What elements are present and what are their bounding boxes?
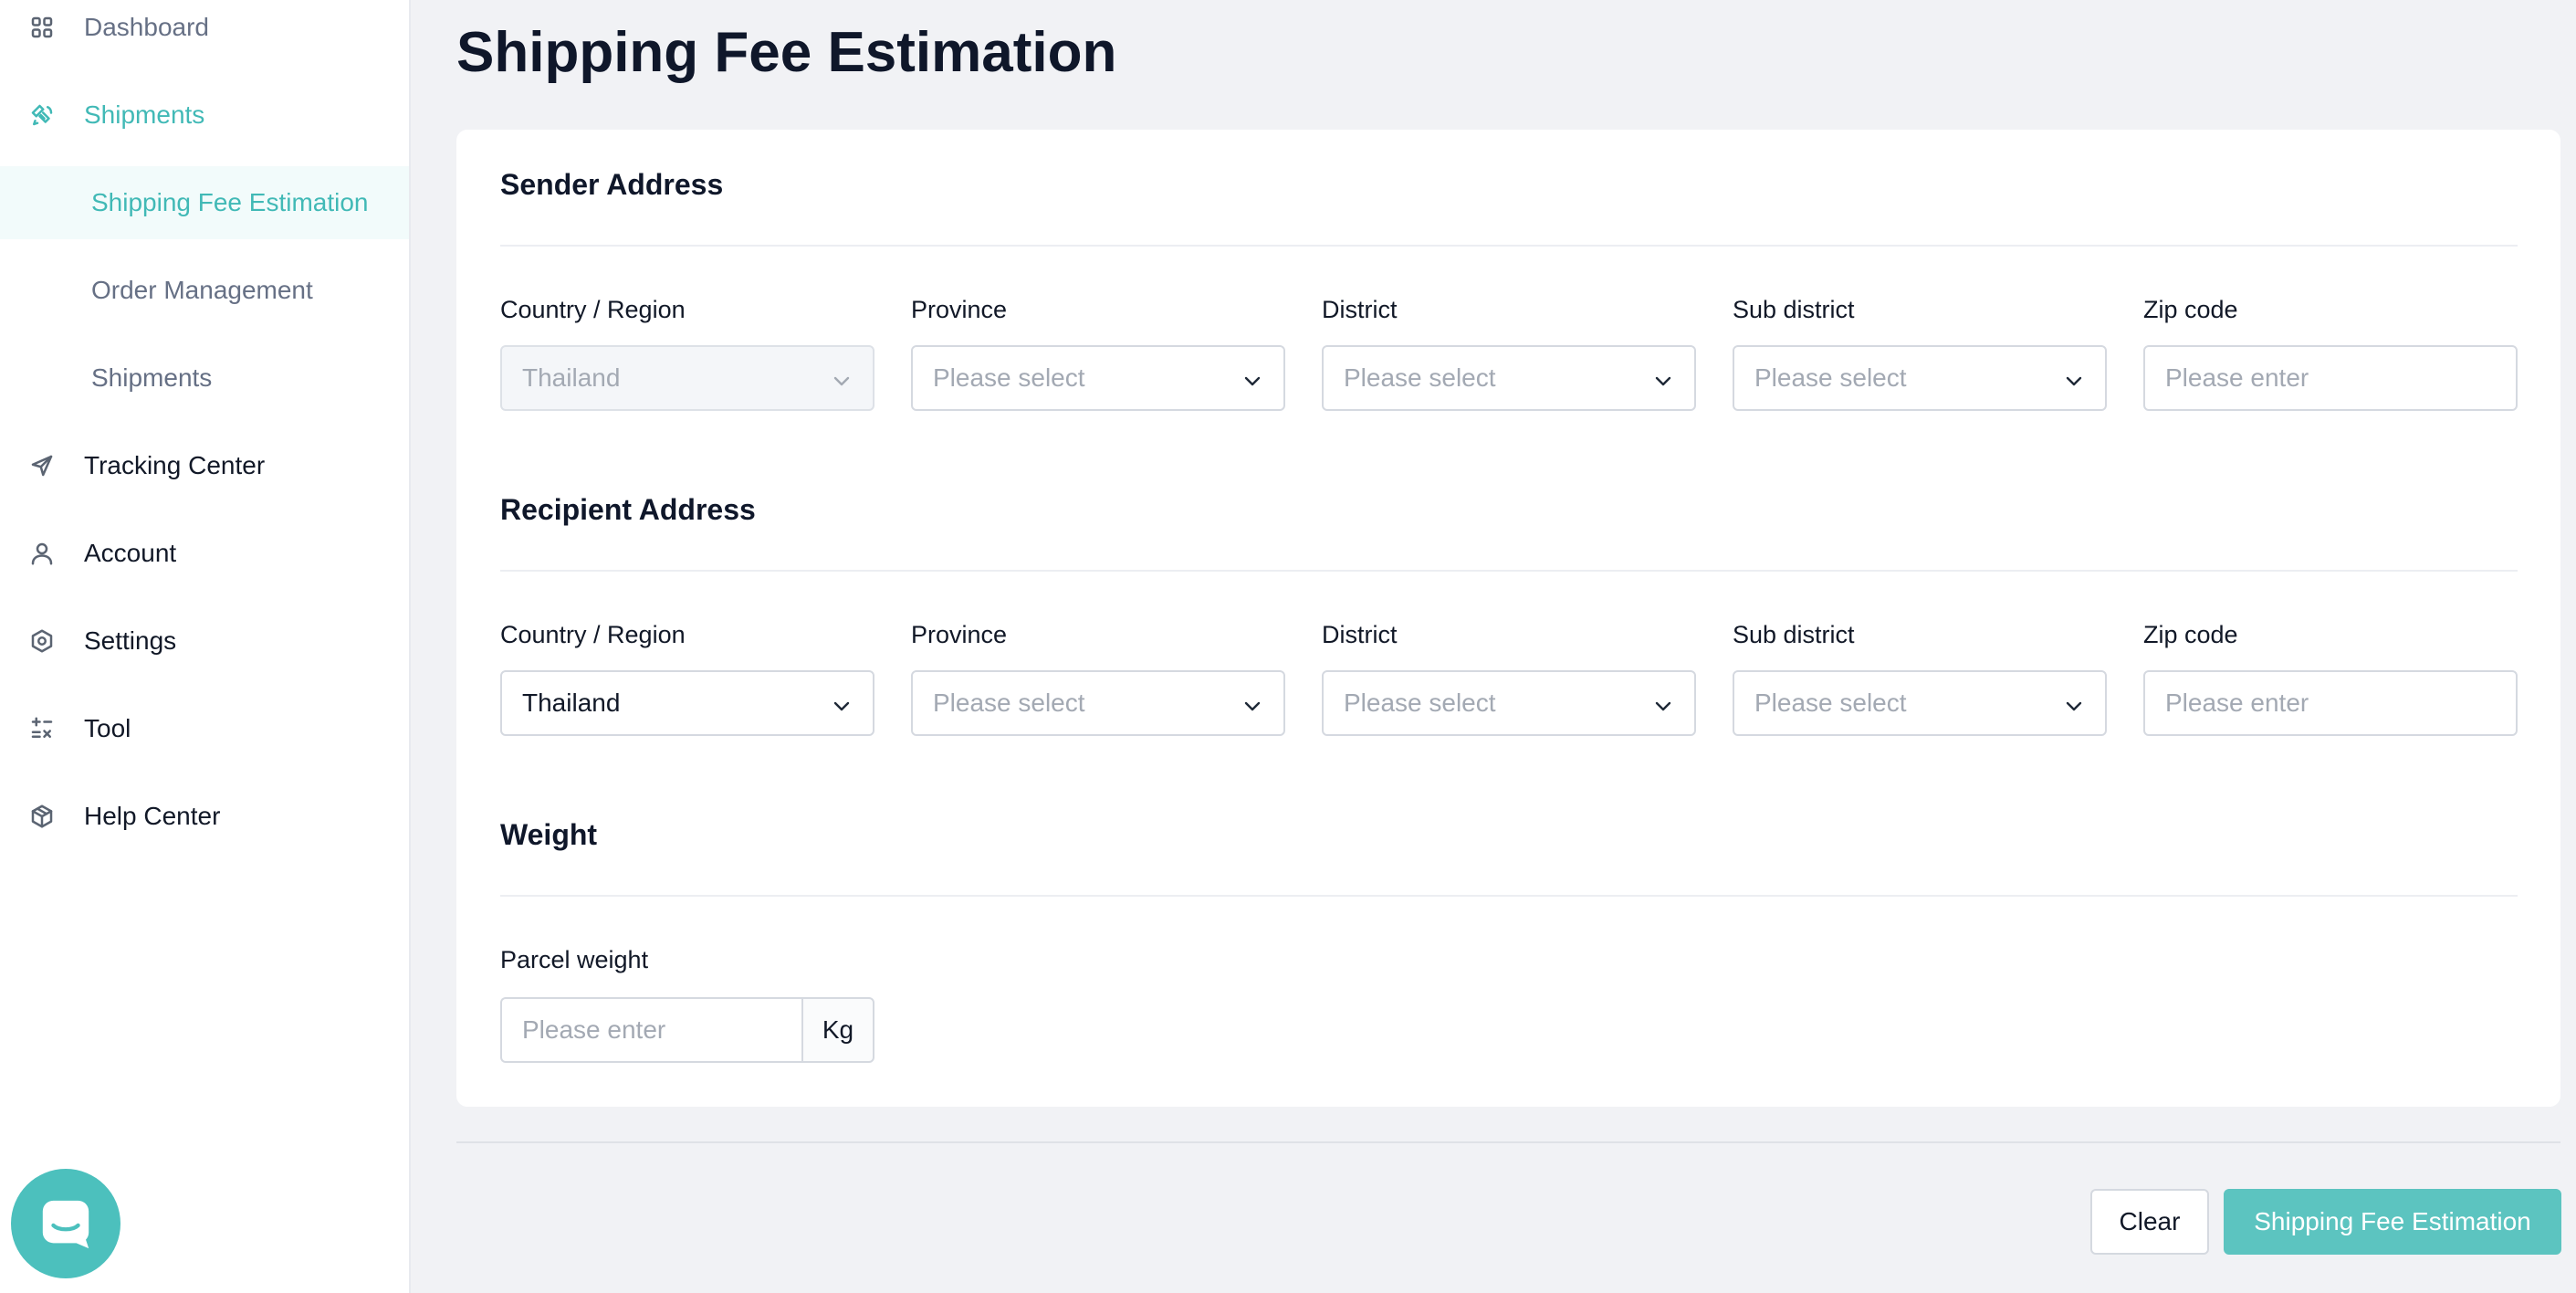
page-title: Shipping Fee Estimation [456, 21, 1117, 84]
sender-subdistrict-label: Sub district [1733, 296, 1855, 323]
chevron-down-icon [2063, 369, 2085, 391]
sender-province-select[interactable]: Please select [911, 345, 1285, 411]
parcel-weight-input[interactable] [500, 997, 801, 1063]
hexagon-gear-icon [27, 626, 57, 656]
sidebar: Dashboard Shipments Shipping Fee Estimat… [0, 0, 411, 1293]
weight-unit-addon: Kg [801, 997, 874, 1063]
sidebar-item-dashboard[interactable]: Dashboard [0, 0, 409, 64]
sidebar-item-label: Account [84, 539, 177, 567]
sidebar-item-label: Settings [84, 626, 177, 655]
recipient-province-label: Province [911, 621, 1008, 648]
sender-district-label: District [1322, 296, 1398, 323]
recipient-subdistrict-select[interactable]: Please select [1733, 670, 2107, 736]
chevron-down-icon [1241, 369, 1263, 391]
footer-divider [456, 1141, 2560, 1143]
recipient-divider [500, 570, 2518, 572]
recipient-country-label: Country / Region [500, 621, 686, 648]
sidebar-item-label: Tool [84, 714, 131, 742]
recipient-country-value: Thailand [522, 689, 621, 717]
sidebar-item-shipments-list[interactable]: Shipments [0, 342, 409, 415]
chat-icon [37, 1195, 94, 1252]
recipient-subdistrict-placeholder: Please select [1754, 689, 1907, 717]
recipient-district-placeholder: Please select [1344, 689, 1496, 717]
chevron-down-icon [2063, 694, 2085, 716]
sidebar-item-label: Dashboard [84, 13, 209, 41]
recipient-country-select[interactable]: Thailand [500, 670, 874, 736]
sidebar-item-account[interactable]: Account [0, 517, 409, 590]
app-root: Dashboard Shipments Shipping Fee Estimat… [0, 0, 2576, 1293]
recipient-district-label: District [1322, 621, 1398, 648]
sender-province-placeholder: Please select [933, 363, 1085, 392]
weight-divider [500, 895, 2518, 897]
sender-district-placeholder: Please select [1344, 363, 1496, 392]
sender-divider [500, 245, 2518, 247]
sidebar-item-label: Order Management [91, 276, 313, 304]
sender-subdistrict-placeholder: Please select [1754, 363, 1907, 392]
recipient-subdistrict-label: Sub district [1733, 621, 1855, 648]
chevron-down-icon [1652, 694, 1674, 716]
sidebar-item-label: Help Center [84, 802, 221, 830]
sender-zip-input[interactable] [2143, 345, 2518, 411]
sender-province-label: Province [911, 296, 1008, 323]
send-icon [27, 451, 57, 480]
clear-button[interactable]: Clear [2090, 1189, 2209, 1255]
sender-country-select[interactable]: Thailand [500, 345, 874, 411]
shipping-fee-estimation-button[interactable]: Shipping Fee Estimation [2224, 1189, 2561, 1255]
sender-section-title: Sender Address [500, 168, 724, 201]
sender-country-label: Country / Region [500, 296, 686, 323]
sidebar-item-shipments[interactable]: Shipments [0, 79, 409, 152]
recipient-province-placeholder: Please select [933, 689, 1085, 717]
calculator-icon [27, 714, 57, 743]
recipient-province-select[interactable]: Please select [911, 670, 1285, 736]
recipient-section-title: Recipient Address [500, 493, 756, 526]
sender-subdistrict-select[interactable]: Please select [1733, 345, 2107, 411]
estimation-form-card: Sender Address Country / Region Thailand… [456, 130, 2560, 1107]
sidebar-item-label: Shipments [91, 363, 213, 392]
sender-zip-label: Zip code [2143, 296, 2238, 323]
chevron-down-icon [831, 369, 853, 391]
sidebar-item-label: Tracking Center [84, 451, 266, 479]
weight-section-title: Weight [500, 818, 598, 851]
recipient-zip-input[interactable] [2143, 670, 2518, 736]
chat-launcher-button[interactable] [11, 1169, 120, 1278]
sidebar-item-label: Shipping Fee Estimation [91, 188, 369, 216]
sidebar-item-order-management[interactable]: Order Management [0, 254, 409, 327]
user-icon [27, 539, 57, 568]
sidebar-item-settings[interactable]: Settings [0, 604, 409, 678]
chevron-down-icon [1652, 369, 1674, 391]
grid-icon [27, 13, 57, 42]
recipient-district-select[interactable]: Please select [1322, 670, 1696, 736]
sender-district-select[interactable]: Please select [1322, 345, 1696, 411]
sidebar-item-help-center[interactable]: Help Center [0, 780, 409, 853]
parcel-weight-group: Kg [500, 997, 874, 1063]
sidebar-item-label: Shipments [84, 100, 205, 129]
satellite-icon [27, 100, 57, 130]
cube-icon [27, 802, 57, 831]
chevron-down-icon [1241, 694, 1263, 716]
sidebar-item-tool[interactable]: Tool [0, 692, 409, 765]
sidebar-item-tracking-center[interactable]: Tracking Center [0, 429, 409, 502]
recipient-zip-label: Zip code [2143, 621, 2238, 648]
sidebar-item-shipping-fee-estimation[interactable]: Shipping Fee Estimation [0, 166, 409, 239]
parcel-weight-label: Parcel weight [500, 946, 649, 973]
sender-country-value: Thailand [522, 363, 621, 392]
chevron-down-icon [831, 694, 853, 716]
